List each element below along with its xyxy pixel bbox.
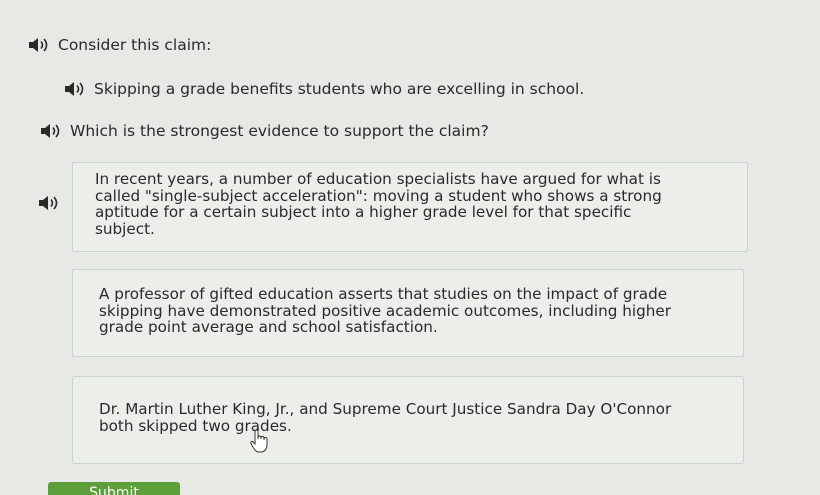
claim-row: Skipping a grade benefits students who a… <box>64 80 584 98</box>
submit-button[interactable]: Submit <box>48 482 180 495</box>
answer-choice-text: In recent years, a number of education s… <box>95 170 662 238</box>
speaker-icon[interactable] <box>40 123 62 139</box>
speaker-icon[interactable] <box>28 37 50 53</box>
question-text: Which is the strongest evidence to suppo… <box>70 122 489 140</box>
answer-choice-text: A professor of gifted education asserts … <box>99 285 671 336</box>
speaker-icon[interactable] <box>38 195 60 211</box>
claim-text: Skipping a grade benefits students who a… <box>94 80 585 98</box>
prompt-label: Consider this claim: <box>58 36 212 54</box>
answer-choice-text: Dr. Martin Luther King, Jr., and Supreme… <box>99 400 672 435</box>
answer-choice-3[interactable]: Dr. Martin Luther King, Jr., and Supreme… <box>72 376 744 464</box>
speaker-icon[interactable] <box>64 81 86 97</box>
prompt-row: Consider this claim: <box>28 36 211 54</box>
answer-choice-1[interactable]: In recent years, a number of education s… <box>72 162 748 252</box>
hand-pointer-icon <box>248 428 272 454</box>
answer-choice-2[interactable]: A professor of gifted education asserts … <box>72 269 744 357</box>
question-row: Which is the strongest evidence to suppo… <box>40 122 489 140</box>
